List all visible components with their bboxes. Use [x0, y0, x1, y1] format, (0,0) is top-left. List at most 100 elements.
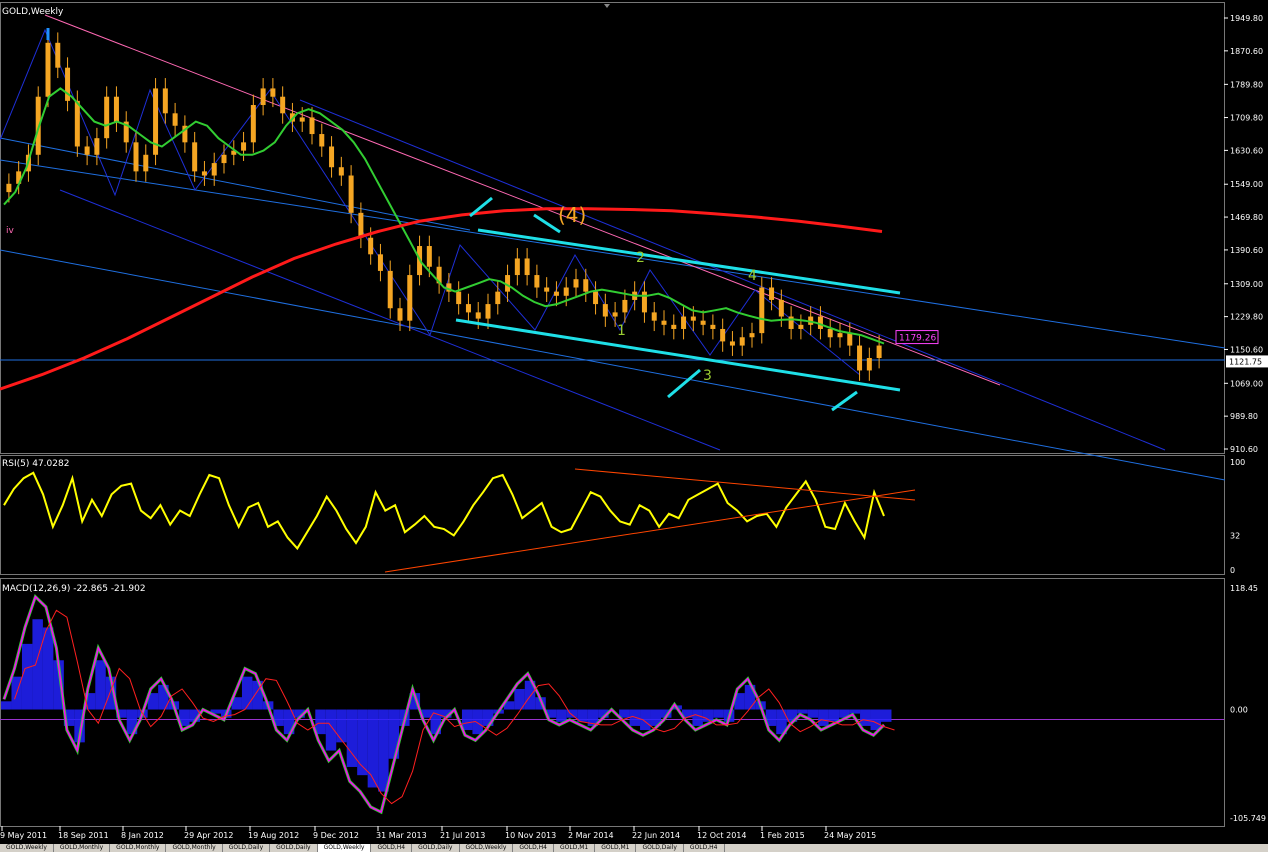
time-tick-label: 19 Aug 2012: [248, 831, 299, 840]
candle-body: [113, 96, 119, 122]
price-tick-label: 1949.80: [1230, 14, 1263, 23]
chart-tab[interactable]: GOLD,Weekly: [460, 844, 514, 852]
candle-body: [348, 175, 354, 213]
wave-label: 4: [748, 268, 757, 284]
price-tick-label: 1549.00: [1230, 180, 1263, 189]
chart-tab[interactable]: GOLD,M1: [595, 844, 637, 852]
macd-histogram-bar: [828, 709, 840, 722]
rsi-line: [3, 471, 885, 551]
price-tick-label: 1709.80: [1230, 114, 1263, 123]
candle-body: [368, 237, 374, 255]
wave-label: 3: [703, 368, 712, 384]
macd-histogram-bar: [315, 709, 326, 735]
chart-tab[interactable]: GOLD,Monthly: [166, 844, 223, 852]
macd-label: MACD(12,26,9) -22.865 -21.902: [2, 584, 146, 594]
rsi-tick-label: 0: [1230, 566, 1235, 575]
rsi-label: RSI(5) 47.0282: [2, 459, 69, 469]
candle-body: [739, 337, 745, 346]
time-tick-label: 9 Dec 2012: [313, 831, 359, 840]
time-tick-label: 1 Feb 2015: [760, 831, 805, 840]
candle-body: [553, 291, 559, 296]
symbol-label: GOLD,Weekly: [2, 7, 64, 17]
time-tick-label: 31 Mar 2013: [376, 831, 427, 840]
macd-histogram-bar: [881, 709, 892, 722]
fib-line-lower: [0, 249, 1226, 481]
candle-body: [465, 304, 471, 313]
candle-body: [241, 142, 247, 151]
macd-histogram-bar: [241, 676, 253, 710]
candle-body: [74, 100, 80, 147]
candle-body: [338, 167, 344, 176]
candle-body: [827, 328, 833, 338]
chart-tab[interactable]: GOLD,Daily: [412, 844, 460, 852]
price-tick-label: 1069.00: [1230, 379, 1263, 388]
candle-body: [143, 154, 149, 172]
price-tick-label: 910.60: [1230, 445, 1258, 454]
wave-label: iv: [6, 226, 15, 236]
candle-body: [6, 183, 12, 193]
time-tick-label: 29 Apr 2012: [184, 831, 233, 840]
chart-tab[interactable]: GOLD,M1: [554, 844, 596, 852]
candle-body: [45, 42, 51, 97]
macd-histogram-bar: [692, 709, 703, 726]
macd-tick-label: 118.45: [1230, 584, 1258, 593]
ma-long-line: [0, 207, 883, 391]
candle-body: [612, 312, 618, 317]
candle-body: [681, 316, 687, 329]
chart-tab[interactable]: GOLD,Monthly: [110, 844, 167, 852]
time-tick-label: 21 Jul 2013: [440, 831, 485, 840]
candle-body: [534, 275, 540, 288]
rsi-support-line: [384, 489, 916, 573]
candle-body: [426, 246, 432, 267]
candle-body: [710, 324, 716, 329]
price-tick-label: 1469.80: [1230, 213, 1263, 222]
macd-tick-label: -105.749: [1230, 814, 1266, 823]
scroll-marker-icon[interactable]: [604, 4, 610, 8]
rsi-pane-border: [0, 455, 1225, 575]
candle-body: [749, 333, 755, 338]
time-tick-label: 9 May 2011: [0, 831, 47, 840]
macd-histogram-bar: [713, 709, 724, 718]
candle-body: [798, 324, 804, 329]
main-pane: (4) 1 2 3 4 iv 1179.26: [0, 14, 1226, 481]
candle-body: [514, 258, 520, 276]
candle-body: [280, 96, 286, 114]
macd-histogram-bar: [325, 709, 337, 751]
macd-histogram-bar: [556, 709, 567, 722]
candle-body: [661, 320, 667, 325]
wave-label: 2: [636, 250, 645, 266]
candle-body: [319, 134, 325, 147]
candle-body: [524, 258, 530, 276]
chart-tab[interactable]: GOLD,Daily: [636, 844, 684, 852]
chart-tab[interactable]: GOLD,H4: [371, 844, 413, 852]
candle-body: [94, 138, 100, 155]
rsi-tick-label: 32: [1230, 531, 1240, 540]
macd-histogram-bar: [21, 643, 33, 710]
candle-body: [729, 341, 735, 346]
candle-body: [387, 270, 393, 309]
cyan-arrow-icon: [667, 368, 701, 399]
candle-body: [309, 117, 315, 135]
candle-body: [192, 142, 198, 172]
candle-body: [377, 254, 383, 271]
chart-tab[interactable]: GOLD,Weekly: [317, 844, 372, 852]
candle-body: [641, 291, 647, 313]
chart-tab[interactable]: GOLD,Weekly: [0, 844, 54, 852]
price-tick-label: 1229.80: [1230, 313, 1263, 322]
chart-tab[interactable]: GOLD,H4: [513, 844, 554, 852]
time-tick-label: 2 Mar 2014: [568, 831, 614, 840]
candle-body: [133, 142, 139, 172]
chart-svg: (4) 1 2 3 4 iv 1179.26 1949.80 1870.60 1789.80 17…: [0, 2, 1268, 840]
chart-tab[interactable]: GOLD,H4: [684, 844, 725, 852]
macd-histogram-bar: [860, 709, 871, 726]
chart-tab[interactable]: GOLD,Monthly: [54, 844, 111, 852]
candle-body: [397, 308, 403, 321]
chart-tab[interactable]: GOLD,Daily: [270, 844, 318, 852]
macd-pane: [0, 593, 1224, 815]
candle-body: [573, 279, 579, 288]
candle-body: [162, 88, 168, 114]
macd-histogram-bar: [336, 709, 347, 743]
candle-body: [837, 333, 843, 338]
macd-pane-border: [0, 578, 1225, 827]
chart-tab[interactable]: GOLD,Daily: [223, 844, 271, 852]
